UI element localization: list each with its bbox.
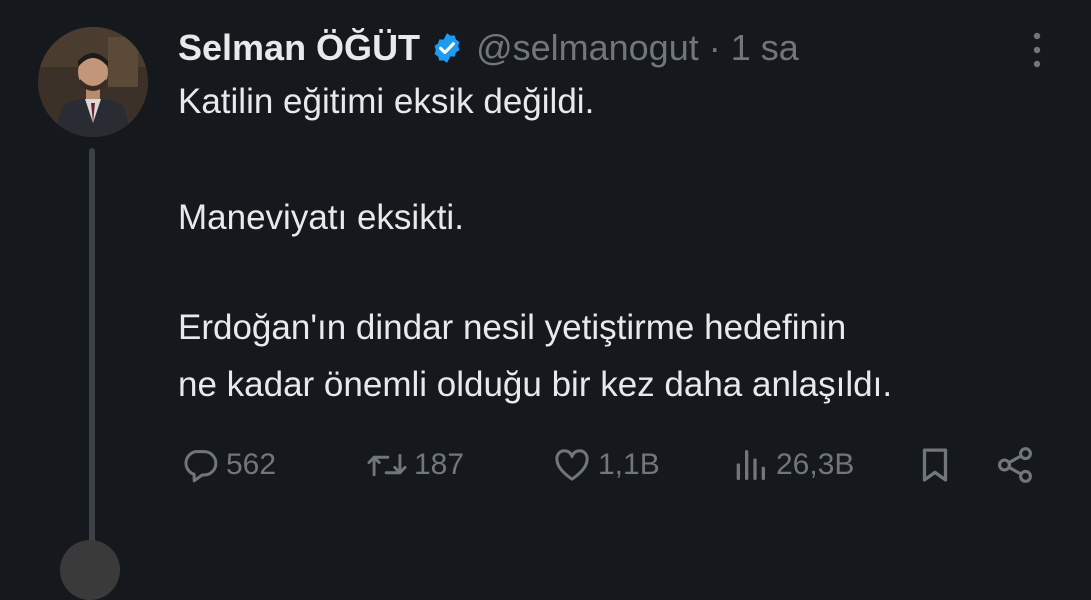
bookmark-button[interactable]: [914, 440, 956, 490]
reply-count: 562: [226, 448, 277, 481]
tweet-actions: 562 187 1,1B 26,3B: [0, 440, 1091, 490]
author-avatar[interactable]: [38, 27, 148, 137]
share-button[interactable]: [994, 440, 1036, 490]
verified-badge-icon: [430, 31, 464, 65]
like-button[interactable]: 1,1B: [552, 440, 660, 490]
next-reply-avatar[interactable]: [60, 540, 120, 600]
tweet-text-line: ne kadar önemli olduğu bir kez daha anla…: [178, 365, 893, 404]
bookmark-icon: [922, 448, 948, 482]
retweet-icon: [367, 453, 407, 477]
share-icon: [998, 447, 1032, 483]
more-vertical-icon[interactable]: [1028, 30, 1046, 70]
heart-icon: [555, 449, 589, 481]
tweet-text-line: Maneviyatı eksikti.: [178, 198, 464, 237]
tweet-header: Selman ÖĞÜT @selmanogut · 1 sa: [178, 22, 799, 74]
author-name[interactable]: Selman ÖĞÜT: [178, 27, 420, 69]
retweet-count: 187: [414, 448, 465, 481]
reply-bubble-icon: [184, 450, 218, 483]
tweet-text-line: Erdoğan'ın dindar nesil yetiştirme hedef…: [178, 308, 847, 347]
views-count: 26,3B: [776, 448, 855, 481]
avatar-photo: [38, 27, 148, 137]
tweet-text-line: Katilin eğitimi eksik değildi.: [178, 82, 595, 121]
views-button[interactable]: 26,3B: [730, 440, 854, 490]
tweet: Selman ÖĞÜT @selmanogut · 1 sa Katilin e…: [0, 0, 1091, 600]
author-handle-and-time[interactable]: @selmanogut · 1 sa: [476, 27, 799, 69]
retweet-button[interactable]: 187: [366, 440, 464, 490]
like-count: 1,1B: [598, 448, 660, 481]
bar-chart-icon: [736, 450, 765, 480]
reply-button[interactable]: 562: [180, 440, 276, 490]
